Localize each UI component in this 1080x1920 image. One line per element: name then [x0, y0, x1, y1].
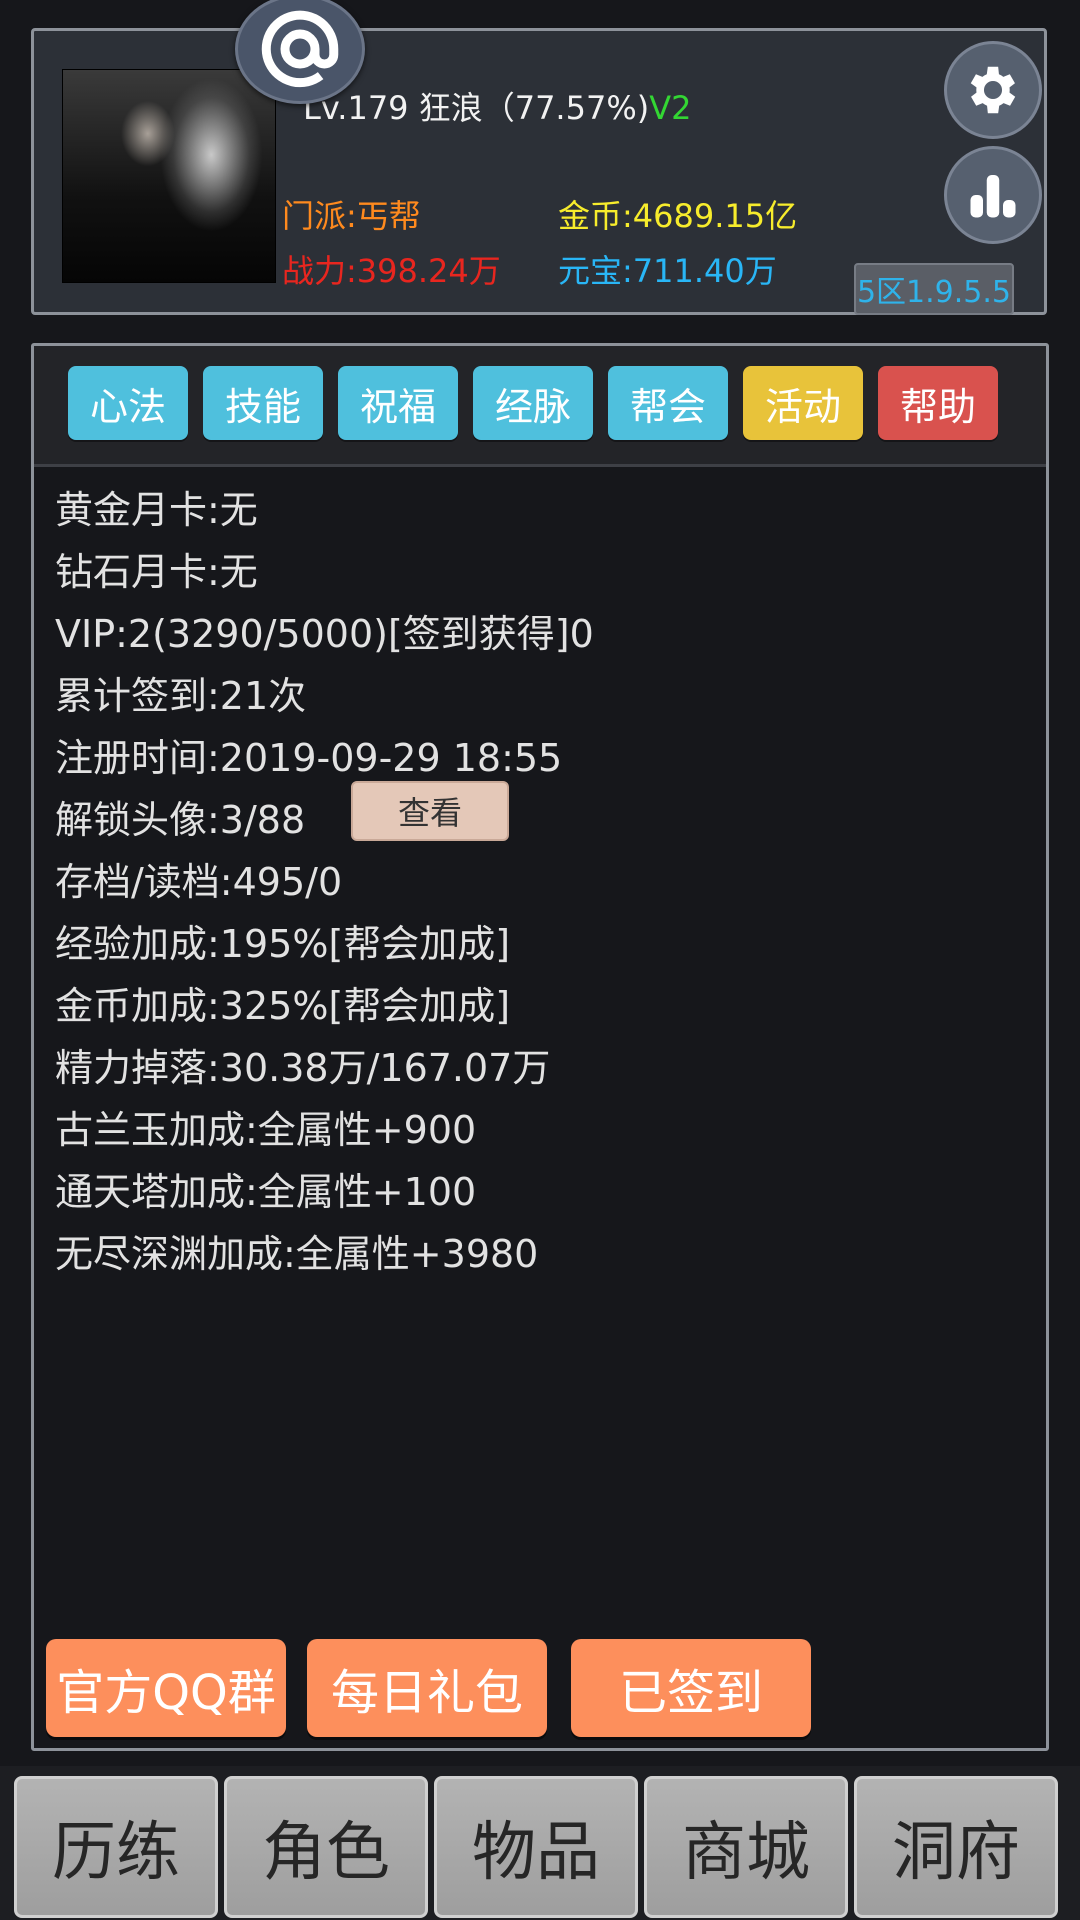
view-avatars-button[interactable]: 查看	[351, 781, 509, 841]
energy-drop: 精力掉落:30.38万/167.07万	[55, 1046, 551, 1090]
sect-label: 门派:丐帮	[282, 197, 421, 235]
nav-character[interactable]: 角色	[224, 1776, 428, 1918]
tab-meridians[interactable]: 经脉	[473, 366, 593, 440]
nav-training[interactable]: 历练	[14, 1776, 218, 1918]
tab-xinfa[interactable]: 心法	[68, 366, 188, 440]
player-avatar[interactable]	[62, 69, 276, 283]
player-level-line: Lv.179 狂浪（77.57%)V2	[303, 83, 691, 129]
yuanbao-label: 元宝:711.40万	[558, 252, 777, 290]
gold-monthly-card: 黄金月卡:无	[55, 488, 258, 532]
nav-items[interactable]: 物品	[434, 1776, 638, 1918]
total-sign-in: 累计签到:21次	[55, 674, 307, 718]
daily-gift-button[interactable]: 每日礼包	[307, 1639, 547, 1737]
player-level-text: Lv.179 狂浪（77.57%)	[303, 89, 650, 127]
settings-button[interactable]	[944, 41, 1042, 139]
qq-group-button[interactable]: 官方QQ群	[46, 1639, 286, 1737]
tab-skills[interactable]: 技能	[203, 366, 323, 440]
register-time: 注册时间:2019-09-29 18:55	[55, 736, 563, 780]
server-version-tag: 5区1.9.5.5	[854, 263, 1014, 315]
nav-cave[interactable]: 洞府	[854, 1776, 1058, 1918]
signed-in-button[interactable]: 已签到	[571, 1639, 811, 1737]
tab-blessing[interactable]: 祝福	[338, 366, 458, 440]
vip-mark: V2	[649, 89, 692, 127]
save-load-count: 存档/读档:495/0	[55, 860, 343, 904]
unlocked-avatars: 解锁头像:3/88	[55, 798, 306, 842]
gold-bonus: 金币加成:325%[帮会加成]	[55, 984, 511, 1028]
abyss-bonus: 无尽深渊加成:全属性+3980	[55, 1232, 539, 1276]
gear-icon	[970, 66, 1016, 114]
tower-bonus: 通天塔加成:全属性+100	[55, 1170, 477, 1214]
vip-progress: VIP:2(3290/5000)[签到获得]0	[55, 612, 594, 656]
ranking-button[interactable]	[944, 146, 1042, 244]
tab-events[interactable]: 活动	[743, 366, 863, 440]
exp-bonus: 经验加成:195%[帮会加成]	[55, 922, 511, 966]
player-header-panel: Lv.179 狂浪（77.57%)V2 门派:丐帮 战力:398.24万 金币:…	[31, 28, 1047, 315]
bottom-nav: 历练 角色 物品 商城 洞府	[0, 1766, 1080, 1920]
bar-chart-icon	[970, 175, 1016, 218]
at-sign-icon	[261, 10, 339, 88]
nav-shop[interactable]: 商城	[644, 1776, 848, 1918]
tab-help[interactable]: 帮助	[878, 366, 998, 440]
diamond-monthly-card: 钻石月卡:无	[55, 550, 258, 594]
tab-guild[interactable]: 帮会	[608, 366, 728, 440]
gulan-jade-bonus: 古兰玉加成:全属性+900	[55, 1108, 477, 1152]
tab-bar: 心法 技能 祝福 经脉 帮会 活动 帮助	[34, 346, 1046, 467]
gold-label: 金币:4689.15亿	[558, 197, 798, 235]
power-label: 战力:398.24万	[282, 252, 501, 290]
